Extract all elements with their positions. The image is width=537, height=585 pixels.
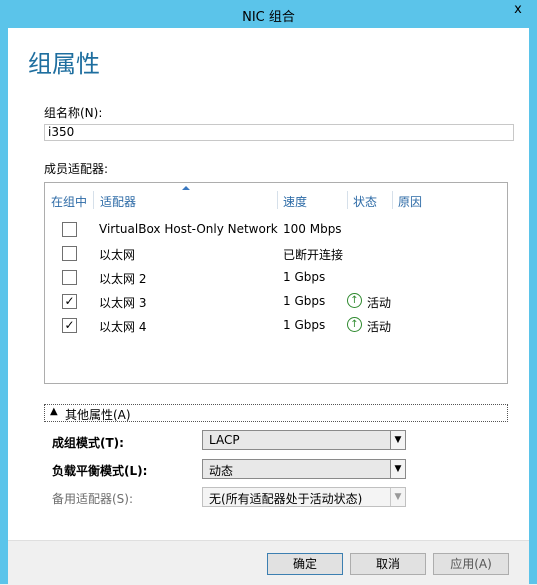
column-header-status[interactable]: 状态 — [353, 193, 377, 209]
window-frame-right — [529, 28, 537, 584]
page-title: 组属性 — [28, 50, 100, 78]
in-team-checkbox[interactable] — [62, 246, 77, 261]
chevron-down-icon[interactable]: ▼ — [390, 488, 405, 506]
adapter-name: 以太网 4 — [99, 320, 147, 334]
member-adapters-label: 成员适配器: — [44, 162, 109, 176]
table-row[interactable]: 以太网 2 1 Gbps — [45, 267, 505, 287]
load-balancing-value: 动态 — [209, 464, 234, 478]
load-balancing-select[interactable]: 动态 ▼ — [202, 459, 406, 479]
arrow-up-circle-icon: ↑ — [347, 293, 362, 308]
adapter-name: 以太网 2 — [99, 272, 147, 286]
column-header-in-team[interactable]: 在组中 — [51, 193, 87, 209]
group-name-label: 组名称(N): — [44, 106, 103, 120]
adapter-status: 活动 — [367, 320, 392, 334]
column-divider — [277, 191, 278, 209]
table-row[interactable]: VirtualBox Host-Only Network 100 Mbps — [45, 219, 505, 239]
chevron-up-icon: ▲ — [50, 406, 58, 417]
window-title: NIC 组合 — [242, 10, 295, 25]
in-team-checkbox[interactable] — [62, 222, 77, 237]
chevron-down-icon[interactable]: ▼ — [390, 431, 405, 449]
adapter-speed: 已断开连接 — [283, 248, 344, 262]
table-row[interactable]: 以太网 已断开连接 — [45, 243, 505, 263]
adapter-name: VirtualBox Host-Only Network — [99, 222, 278, 236]
cancel-button[interactable]: 取消 — [350, 553, 426, 575]
ok-button[interactable]: 确定 — [267, 553, 343, 575]
additional-properties-label: 其他属性(A) — [65, 408, 131, 422]
standby-adapter-select[interactable]: 无(所有适配器处于活动状态) ▼ — [202, 487, 406, 507]
table-row[interactable]: ✓ 以太网 3 1 Gbps ↑ 活动 — [45, 291, 505, 311]
adapter-speed: 100 Mbps — [283, 222, 342, 236]
standby-adapter-value: 无(所有适配器处于活动状态) — [209, 492, 363, 506]
teaming-mode-label: 成组模式(T): — [52, 436, 124, 450]
table-row[interactable]: ✓ 以太网 4 1 Gbps ↑ 活动 — [45, 315, 505, 335]
standby-adapter-label: 备用适配器(S): — [52, 492, 134, 506]
column-header-adapter[interactable]: 适配器 — [100, 193, 136, 209]
member-adapters-list[interactable]: 在组中 适配器 速度 状态 原因 VirtualBox Host-Only Ne… — [44, 182, 508, 384]
arrow-up-circle-icon: ↑ — [347, 317, 362, 332]
adapter-status: 活动 — [367, 296, 392, 310]
window-frame-left — [0, 28, 8, 584]
chevron-down-icon[interactable]: ▼ — [390, 460, 405, 478]
dialog-content: 组属性 组名称(N): i350 成员适配器: 在组中 适配器 速度 状态 原因… — [8, 28, 529, 585]
in-team-checkbox[interactable]: ✓ — [62, 318, 77, 333]
column-divider — [392, 191, 393, 209]
adapter-speed: 1 Gbps — [283, 294, 326, 308]
adapter-speed: 1 Gbps — [283, 270, 326, 284]
window-title-bar: NIC 组合 x — [0, 0, 537, 28]
column-header-reason[interactable]: 原因 — [398, 193, 422, 209]
column-header-speed[interactable]: 速度 — [283, 193, 307, 209]
group-name-input[interactable]: i350 — [44, 124, 514, 141]
teaming-mode-value: LACP — [209, 433, 240, 447]
teaming-mode-select[interactable]: LACP ▼ — [202, 430, 406, 450]
adapter-name: 以太网 3 — [99, 296, 147, 310]
adapter-speed: 1 Gbps — [283, 318, 326, 332]
apply-button[interactable]: 应用(A) — [433, 553, 509, 575]
dialog-button-bar: 确定 取消 应用(A) — [8, 540, 529, 585]
in-team-checkbox[interactable] — [62, 270, 77, 285]
sort-ascending-icon — [182, 186, 190, 190]
adapter-name: 以太网 — [99, 248, 136, 262]
column-divider — [93, 191, 94, 209]
close-icon[interactable]: x — [504, 0, 532, 22]
in-team-checkbox[interactable]: ✓ — [62, 294, 77, 309]
additional-properties-expander[interactable]: ▲ 其他属性(A) — [44, 404, 508, 422]
column-divider — [347, 191, 348, 209]
load-balancing-label: 负载平衡模式(L): — [52, 464, 148, 478]
